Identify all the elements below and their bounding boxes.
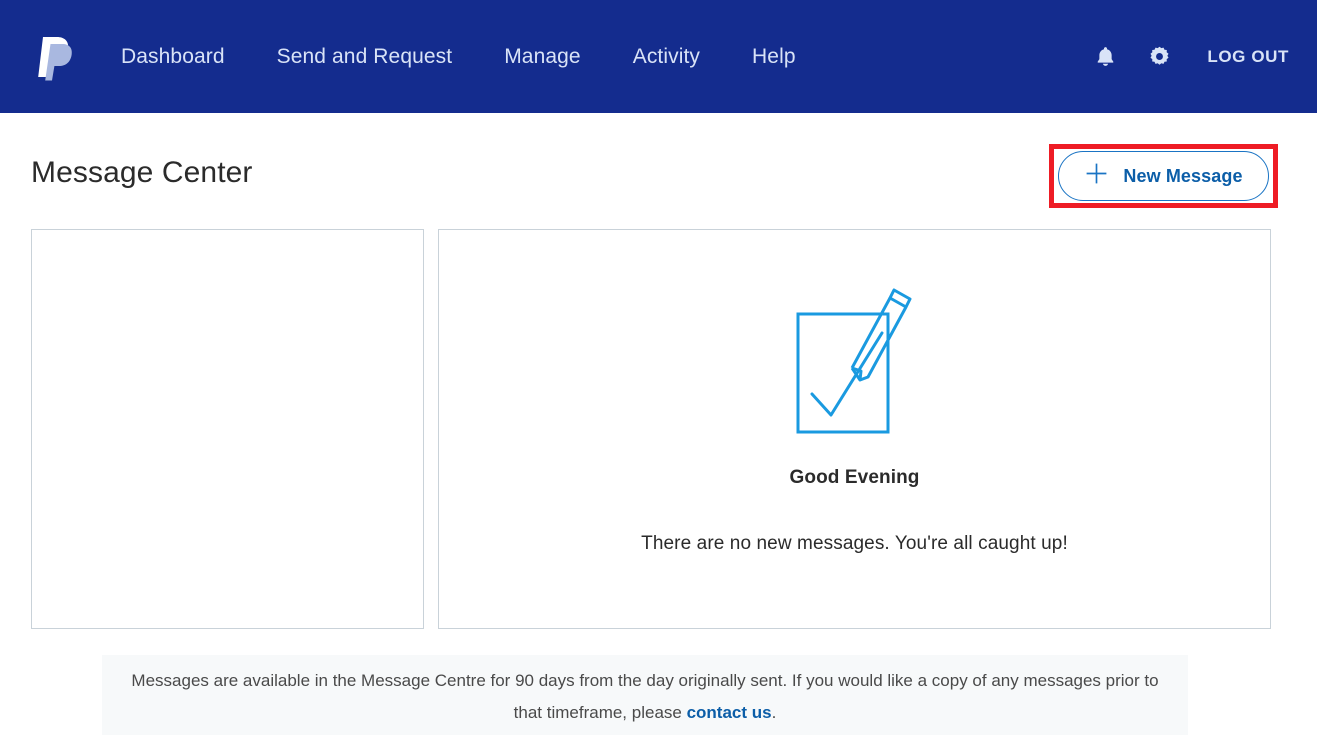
nav-item-dashboard[interactable]: Dashboard: [121, 45, 225, 69]
empty-state: Good Evening There are no new messages. …: [439, 230, 1270, 628]
footer-note-text-after: .: [771, 703, 777, 722]
header-actions: LOG OUT: [1093, 0, 1289, 113]
bell-icon[interactable]: [1093, 44, 1117, 70]
nav-item-activity[interactable]: Activity: [633, 45, 700, 69]
site-header: Dashboard Send and Request Manage Activi…: [0, 0, 1317, 113]
nav-item-help[interactable]: Help: [752, 45, 796, 69]
plus-icon: [1084, 161, 1109, 191]
new-message-button[interactable]: New Message: [1058, 151, 1269, 201]
logout-button[interactable]: LOG OUT: [1207, 47, 1289, 67]
nav-item-manage[interactable]: Manage: [504, 45, 581, 69]
footer-note-text-before: Messages are available in the Message Ce…: [131, 671, 1159, 722]
new-message-label: New Message: [1123, 165, 1243, 186]
footer-note: Messages are available in the Message Ce…: [102, 655, 1188, 735]
gear-icon[interactable]: [1147, 44, 1171, 70]
main-navigation: Dashboard Send and Request Manage Activi…: [121, 0, 796, 113]
paypal-logo[interactable]: [33, 33, 79, 81]
message-list-panel[interactable]: [31, 229, 424, 629]
nav-item-send-and-request[interactable]: Send and Request: [277, 45, 453, 69]
contact-us-link[interactable]: contact us: [687, 703, 772, 722]
page-title: Message Center: [31, 156, 253, 189]
empty-state-message: There are no new messages. You're all ca…: [641, 533, 1068, 554]
empty-state-greeting: Good Evening: [789, 467, 920, 488]
note-and-pencil-icon: [790, 276, 920, 441]
message-detail-panel: Good Evening There are no new messages. …: [438, 229, 1271, 629]
